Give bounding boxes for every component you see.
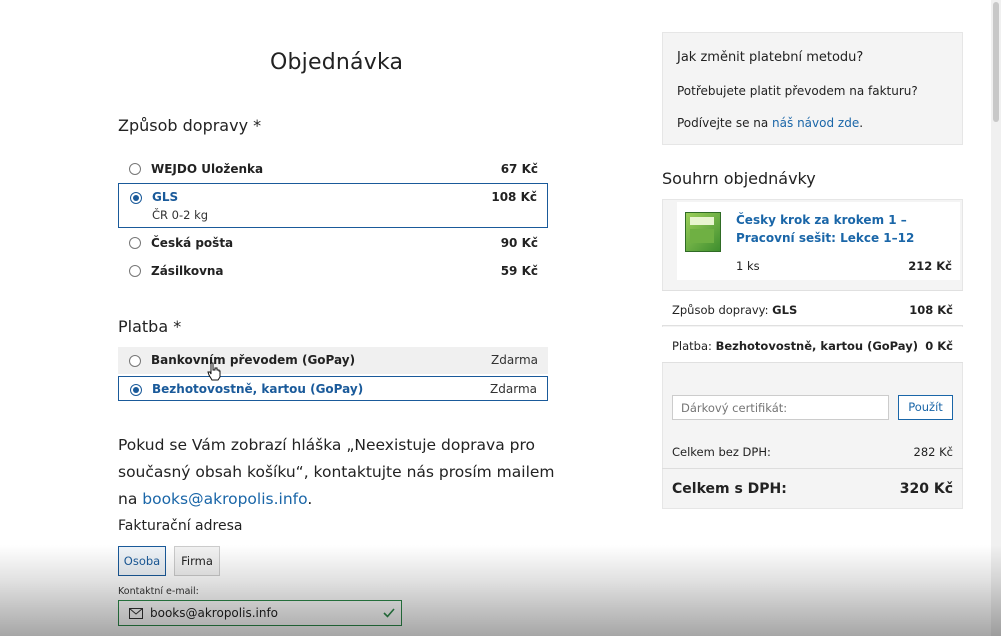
shipping-option-price: 90 Kč — [500, 236, 538, 250]
voucher-input[interactable] — [672, 395, 889, 420]
tab-person[interactable]: Osoba — [118, 546, 166, 576]
summary-payment-label: Platba: Bezhotovostně, kartou (GoPay) — [672, 339, 918, 353]
payment-option-price: Zdarma — [491, 353, 538, 367]
product-price: 212 Kč — [908, 259, 952, 273]
envelope-icon — [129, 608, 143, 619]
scrollbar-thumb[interactable] — [993, 2, 999, 122]
total-label: Celkem s DPH: — [672, 481, 787, 497]
help-line-2: Podívejte se na náš návod zde. — [677, 116, 863, 130]
divider — [662, 468, 963, 469]
page-title: Objednávka — [270, 50, 404, 75]
help-text-end: . — [859, 116, 864, 130]
summary-payment-row: Platba: Bezhotovostně, kartou (GoPay) 0 … — [662, 327, 963, 363]
shipping-option-zasilkovna[interactable]: Zásilkovna 59 Kč — [118, 257, 548, 285]
tab-company[interactable]: Firma — [174, 546, 220, 576]
total-no-vat-value: 282 Kč — [913, 445, 953, 459]
shipping-option-price: 67 Kč — [500, 162, 538, 176]
notice-email-link[interactable]: books@akropolis.info — [142, 490, 307, 508]
product-card: Česky krok za krokem 1 – Pracovní sešit:… — [677, 202, 960, 280]
shipping-option-sub: ČR 0-2 kg — [152, 208, 209, 222]
payment-option-name: Bezhotovostně, kartou (GoPay) — [152, 382, 364, 396]
total-no-vat-label: Celkem bez DPH: — [672, 445, 771, 459]
summary-heading: Souhrn objednávky — [662, 169, 816, 188]
summary-shipping-label: Způsob dopravy: GLS — [672, 303, 797, 317]
shipping-option-ceska-posta[interactable]: Česká pošta 90 Kč — [118, 229, 548, 257]
notice-text-end: . — [307, 490, 313, 508]
email-field[interactable]: books@akropolis.info — [118, 600, 402, 626]
product-cover-image[interactable] — [685, 212, 721, 252]
radio-button-selected[interactable] — [130, 192, 142, 204]
shipping-option-price: 59 Kč — [500, 264, 538, 278]
help-guide-link[interactable]: náš návod zde — [772, 116, 859, 130]
help-box: Jak změnit platební metodu? Potřebujete … — [662, 32, 963, 145]
voucher-apply-button[interactable]: Použít — [898, 395, 953, 420]
shipping-option-name: GLS — [152, 190, 179, 204]
summary-shipping-price: 108 Kč — [909, 303, 953, 317]
radio-button[interactable] — [129, 355, 141, 367]
help-text: Podívejte se na — [677, 116, 773, 130]
page-scrollbar[interactable] — [991, 0, 1001, 636]
payment-option-name: Bankovním převodem (GoPay) — [151, 353, 356, 367]
product-name-link[interactable]: Česky krok za krokem 1 – Pracovní sešit:… — [736, 211, 958, 247]
summary-payment-price: 0 Kč — [925, 339, 953, 353]
billing-heading: Fakturační adresa — [118, 518, 243, 534]
shipping-option-gls[interactable]: GLS ČR 0-2 kg 108 Kč — [118, 183, 548, 228]
shipping-notice: Pokud se Vám zobrazí hláška „Neexistuje … — [118, 432, 558, 513]
shipping-option-name: Zásilkovna — [151, 264, 224, 278]
radio-button[interactable] — [129, 163, 141, 175]
shipping-heading: Způsob dopravy * — [118, 116, 262, 135]
summary-payment-value: Bezhotovostně, kartou (GoPay) — [715, 339, 918, 353]
hand-cursor-icon — [207, 362, 221, 381]
payment-heading: Platba * — [118, 317, 182, 336]
radio-button[interactable] — [129, 237, 141, 249]
summary-payment-prefix: Platba: — [672, 339, 716, 353]
product-qty: 1 ks — [736, 259, 760, 273]
radio-button[interactable] — [129, 265, 141, 277]
payment-option-card[interactable]: Bezhotovostně, kartou (GoPay) Zdarma — [118, 376, 548, 401]
radio-button-selected[interactable] — [130, 384, 142, 396]
summary-shipping-value: GLS — [772, 303, 798, 317]
payment-option-price: Zdarma — [490, 382, 537, 396]
shipping-option-wejdo[interactable]: WEJDO Uloženka 67 Kč — [118, 155, 548, 183]
shipping-option-name: WEJDO Uloženka — [151, 162, 264, 176]
checkmark-icon — [383, 608, 395, 618]
help-line: Potřebujete platit převodem na fakturu? — [677, 84, 918, 98]
summary-shipping-row: Způsob dopravy: GLS 108 Kč — [662, 290, 963, 326]
payment-option-bank-transfer[interactable]: Bankovním převodem (GoPay) Zdarma — [118, 347, 548, 374]
total-value: 320 Kč — [899, 481, 953, 497]
help-title: Jak změnit platební metodu? — [677, 50, 864, 65]
email-label: Kontaktní e-mail: — [118, 586, 199, 597]
email-value: books@akropolis.info — [150, 606, 279, 620]
shipping-option-name: Česká pošta — [151, 236, 234, 250]
summary-shipping-prefix: Způsob dopravy: — [672, 303, 773, 317]
cover-art — [690, 229, 714, 243]
shipping-option-price: 108 Kč — [491, 190, 537, 204]
cover-label — [690, 217, 714, 225]
